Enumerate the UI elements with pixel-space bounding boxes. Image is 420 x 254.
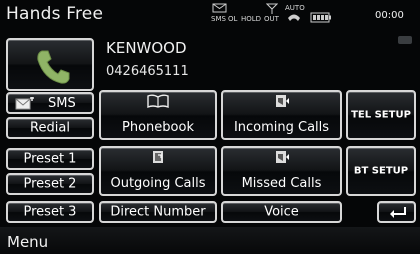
missed-calls-label: Missed Calls (241, 176, 322, 191)
handset-icon (37, 50, 70, 84)
bt-setup-button[interactable]: BT SETUP (346, 146, 416, 196)
call-status-icon (288, 14, 300, 21)
voice-button[interactable]: Voice (221, 201, 342, 223)
preset-2-button[interactable]: Preset 2 (6, 173, 94, 195)
outgoing-call-icon (153, 151, 163, 163)
screen-title: Hands Free (6, 4, 104, 24)
phone-button[interactable] (6, 38, 94, 91)
battery-icon (310, 12, 331, 23)
bt-setup-label: BT SETUP (353, 165, 409, 177)
preset-2-label: Preset 2 (23, 176, 77, 192)
back-button[interactable] (377, 201, 416, 223)
sms-status-label: SMS (211, 15, 226, 23)
sms-label: SMS (48, 96, 76, 111)
missed-calls-button[interactable]: Missed Calls (221, 146, 342, 196)
ol-status-label: OL (228, 15, 238, 23)
auto-status-label: AUTO (285, 4, 305, 12)
phonebook-label: Phonebook (122, 120, 194, 135)
preset-1-button[interactable]: Preset 1 (6, 148, 94, 170)
phonebook-button[interactable]: Phonebook (99, 90, 217, 140)
scroll-indicator (398, 36, 412, 44)
envelope-icon (15, 97, 34, 110)
preset-3-label: Preset 3 (23, 204, 77, 220)
return-arrow-icon (390, 207, 406, 218)
direct-number-label: Direct Number (110, 204, 206, 220)
sms-button[interactable]: SMS (6, 92, 94, 114)
out-status-label: OUT (264, 15, 279, 23)
tel-setup-label: TEL SETUP (351, 109, 411, 121)
incoming-calls-label: Incoming Calls (233, 120, 330, 135)
tel-setup-button[interactable]: TEL SETUP (346, 90, 416, 140)
incoming-calls-button[interactable]: Incoming Calls (221, 90, 342, 140)
preset-3-button[interactable]: Preset 3 (6, 201, 94, 223)
direct-number-button[interactable]: Direct Number (99, 201, 217, 223)
clock: 00:00 (375, 10, 404, 21)
redial-button[interactable]: Redial (6, 117, 94, 139)
sms-status-icon (212, 3, 227, 13)
incoming-call-icon (275, 95, 289, 107)
missed-call-icon (275, 151, 289, 163)
redial-label: Redial (30, 120, 70, 136)
bottom-bar (0, 227, 420, 254)
book-icon (147, 94, 169, 108)
hold-status-label: HOLD (241, 15, 262, 23)
outgoing-calls-button[interactable]: Outgoing Calls (99, 146, 217, 196)
contact-name: KENWOOD (106, 39, 187, 57)
voice-label: Voice (264, 204, 299, 220)
status-icons: SMS OL HOLD OUT AUTO (211, 3, 362, 29)
signal-icon (266, 3, 278, 14)
outgoing-calls-label: Outgoing Calls (110, 176, 206, 191)
menu-button[interactable]: Menu (7, 233, 48, 251)
contact-number: 0426465111 (106, 64, 189, 79)
preset-1-label: Preset 1 (23, 151, 77, 167)
